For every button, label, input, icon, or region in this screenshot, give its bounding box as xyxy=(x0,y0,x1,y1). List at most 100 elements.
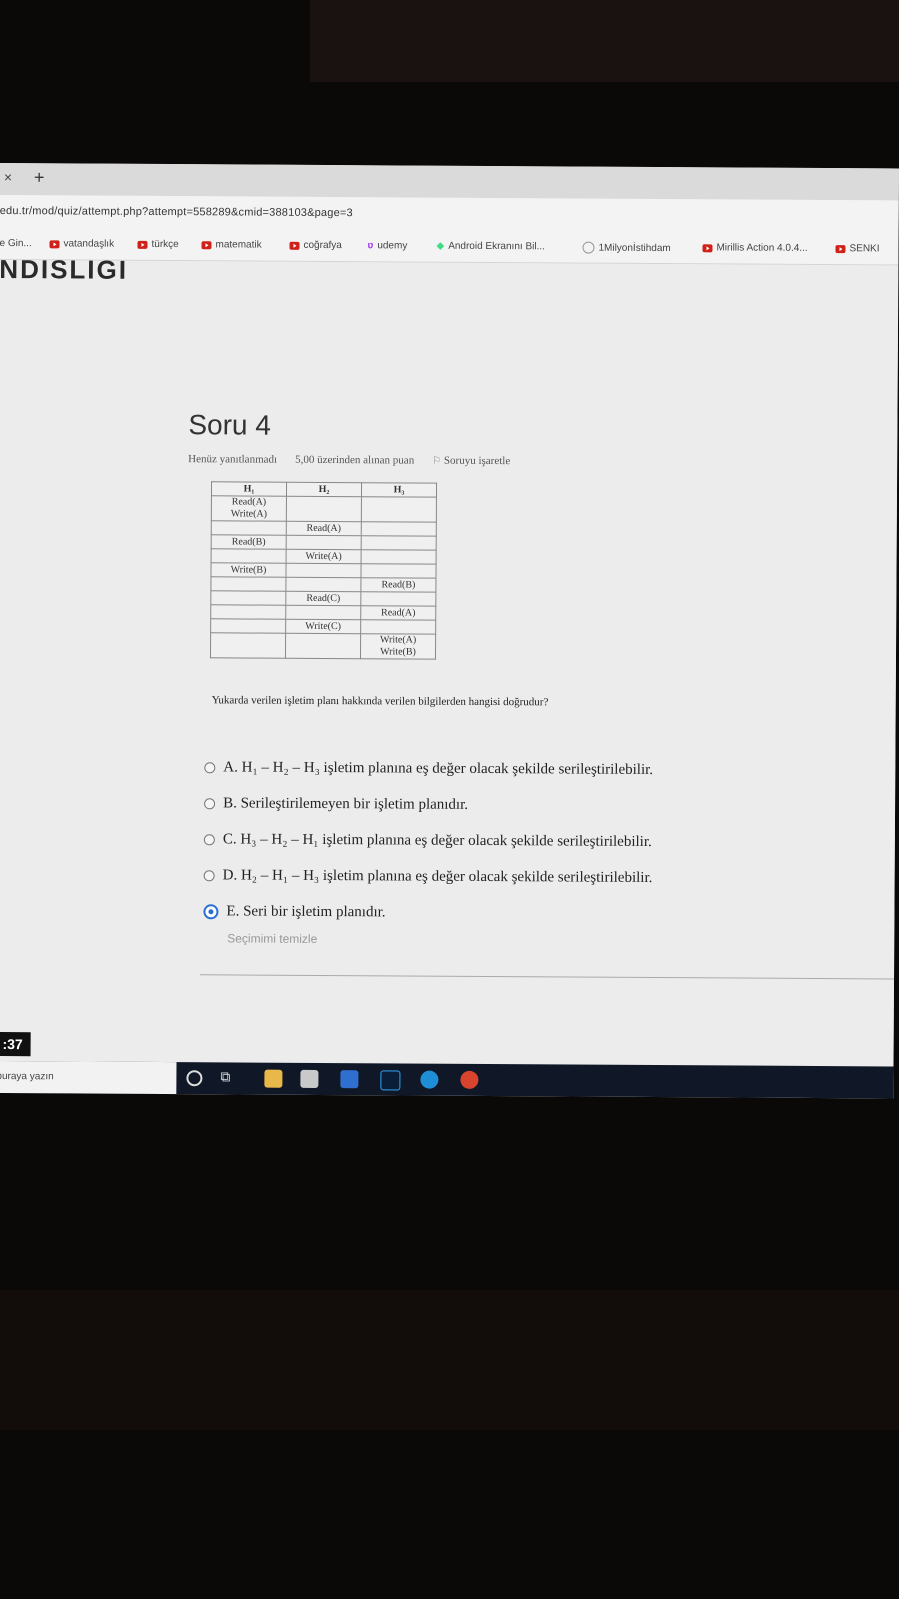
question-info: Henüz yanıtlanmadı 5,00 üzerinden alınan… xyxy=(188,453,510,467)
table-cell: Read(A) Write(A) xyxy=(211,495,287,522)
chrome-icon[interactable] xyxy=(460,1070,479,1089)
bookmark-item[interactable]: ◆ Android Ekranını Bil... xyxy=(436,241,544,253)
option-label[interactable]: E. Seri bir işletim planıdır. xyxy=(226,903,385,921)
bookmark-item[interactable]: 1Milyonİstihdam xyxy=(582,241,671,255)
table-cell: Read(B) xyxy=(211,534,287,550)
bookmark-label: Android Ekranını Bil... xyxy=(448,240,545,253)
divider xyxy=(200,974,899,980)
table-cell xyxy=(286,496,362,522)
option-c[interactable]: C. H₃ – H₂ – H₁ işletim planına eş değer… xyxy=(203,821,653,860)
table-cell xyxy=(210,618,286,634)
table-header: H₃ xyxy=(361,482,437,498)
bookmark-item[interactable]: türkçe xyxy=(137,238,179,251)
table-cell xyxy=(210,576,286,592)
table-cell: Write(A) xyxy=(286,549,362,564)
quiz-page: NDISLIGI Soru 4 Henüz yanıtlanmadı 5,00 … xyxy=(0,254,899,1076)
table-row: Read(A) xyxy=(211,520,437,537)
schedule-table: H₁ H₂ H₃ Read(A) Write(A) Read(A) Read(B) W… xyxy=(209,481,438,660)
table-row: Write(B) xyxy=(210,562,437,579)
option-b[interactable]: B. Serileştirilemeyen bir işletim planıd… xyxy=(204,785,653,824)
option-e[interactable]: E. Seri bir işletim planıdır. xyxy=(203,893,652,932)
address-bar[interactable]: edu.tr/mod/quiz/attempt.php?attempt=5582… xyxy=(0,194,899,235)
bookmark-item[interactable]: SENKI xyxy=(835,243,880,255)
bookmark-label: Mirillis Action 4.0.4... xyxy=(716,242,808,254)
taskbar: buraya yazın ⧉ xyxy=(0,1060,894,1099)
table-cell: Read(B) xyxy=(360,577,436,593)
answer-options: A. H₁ – H₂ – H₃ işletim planına eş değer… xyxy=(203,749,653,932)
new-tab-button[interactable]: + xyxy=(34,167,45,188)
option-label[interactable]: B. Serileştirilemeyen bir işletim planıd… xyxy=(223,795,468,813)
option-a[interactable]: A. H₁ – H₂ – H₃ işletim planına eş değer… xyxy=(204,749,653,788)
bookmark-label: matematik xyxy=(215,239,262,251)
table-cell xyxy=(285,605,361,620)
table-cell: Read(C) xyxy=(285,591,361,606)
close-tab-icon[interactable]: × xyxy=(4,169,12,185)
table-cell: Read(A) xyxy=(286,521,362,536)
background-glow xyxy=(0,1290,899,1430)
table-header: H₁ xyxy=(211,481,287,497)
option-label[interactable]: D. H₂ – H₁ – H₃ işletim planına eş değer… xyxy=(223,867,653,887)
table-row: Read(B) xyxy=(210,576,436,593)
youtube-icon xyxy=(289,241,300,250)
bookmark-label: vatandaşlık xyxy=(63,238,115,250)
android-icon: ◆ xyxy=(436,240,445,252)
url-text[interactable]: edu.tr/mod/quiz/attempt.php?attempt=5582… xyxy=(0,205,353,219)
table-row: Write(C) xyxy=(210,618,436,635)
table-cell xyxy=(211,548,287,564)
table-cell xyxy=(361,521,437,537)
option-d[interactable]: D. H₂ – H₁ – H₃ işletim planına eş değer… xyxy=(203,857,653,896)
edge-icon[interactable] xyxy=(420,1070,439,1089)
question-status: Henüz yanıtlanmadı xyxy=(188,453,278,466)
radio-button[interactable] xyxy=(203,833,215,845)
file-explorer-icon[interactable] xyxy=(264,1069,283,1088)
flag-question-link[interactable]: ⚐ Soruyu işaretle xyxy=(432,455,510,467)
cortana-icon[interactable] xyxy=(186,1070,203,1087)
question-points: 5,00 üzerinden alınan puan xyxy=(295,453,415,467)
taskbar-search[interactable]: buraya yazın xyxy=(0,1060,177,1095)
option-label[interactable]: A. H₁ – H₂ – H₃ işletim planına eş değer… xyxy=(223,759,653,779)
table-row: Read(A) xyxy=(210,604,436,621)
background-glow xyxy=(310,0,899,82)
bookmark-label: 1Milyonİstihdam xyxy=(598,242,671,254)
radio-button[interactable] xyxy=(204,797,216,809)
question-text: Yukarda verilen işletim planı hakkında v… xyxy=(211,694,549,709)
bookmark-item[interactable]: matematik xyxy=(201,239,262,251)
bookmark-label: e Gin... xyxy=(0,237,32,250)
table-cell xyxy=(210,632,286,659)
table-cell: Write(C) xyxy=(285,619,361,634)
radio-button[interactable] xyxy=(204,761,216,773)
youtube-icon xyxy=(702,243,713,252)
table-cell xyxy=(285,563,362,578)
bookmark-item[interactable]: vatandaşlık xyxy=(49,238,115,250)
bookmark-label: coğrafya xyxy=(303,239,342,252)
table-cell: Write(A) Write(B) xyxy=(360,633,436,660)
bookmark-label: türkçe xyxy=(151,238,179,251)
store-icon[interactable] xyxy=(300,1069,319,1088)
table-cell xyxy=(361,535,437,551)
udemy-icon: ʋ xyxy=(367,240,374,252)
table-row: Read(A) Write(A) xyxy=(211,495,437,523)
table-cell xyxy=(361,496,437,523)
photoshop-icon[interactable] xyxy=(380,1070,401,1091)
table-cell xyxy=(361,549,437,565)
table-cell xyxy=(211,520,287,536)
bookmark-item[interactable]: coğrafya xyxy=(289,239,342,252)
flag-icon: ⚐ xyxy=(432,455,442,467)
youtube-icon xyxy=(835,244,846,253)
bookmark-item[interactable]: ʋ udemy xyxy=(367,240,407,251)
task-view-icon[interactable]: ⧉ xyxy=(220,1068,230,1085)
table-cell xyxy=(210,604,286,620)
radio-button-selected[interactable] xyxy=(203,903,219,919)
bookmark-label: udemy xyxy=(377,240,408,252)
clear-choice-link[interactable]: Seçimimi temizle xyxy=(227,931,317,946)
site-banner: NDISLIGI xyxy=(0,253,129,285)
mail-icon[interactable] xyxy=(340,1070,359,1089)
bookmark-item[interactable]: Mirillis Action 4.0.4... xyxy=(702,242,808,254)
radio-button[interactable] xyxy=(203,869,215,881)
question-title: Soru 4 xyxy=(188,409,271,441)
table-row: Write(A) Write(B) xyxy=(210,632,436,660)
bookmark-item[interactable]: e Gin... xyxy=(0,238,32,249)
bookmark-label: SENKI xyxy=(849,243,880,255)
table-header: H₂ xyxy=(286,482,362,497)
option-label[interactable]: C. H₃ – H₂ – H₁ işletim planına eş değer… xyxy=(223,831,652,851)
